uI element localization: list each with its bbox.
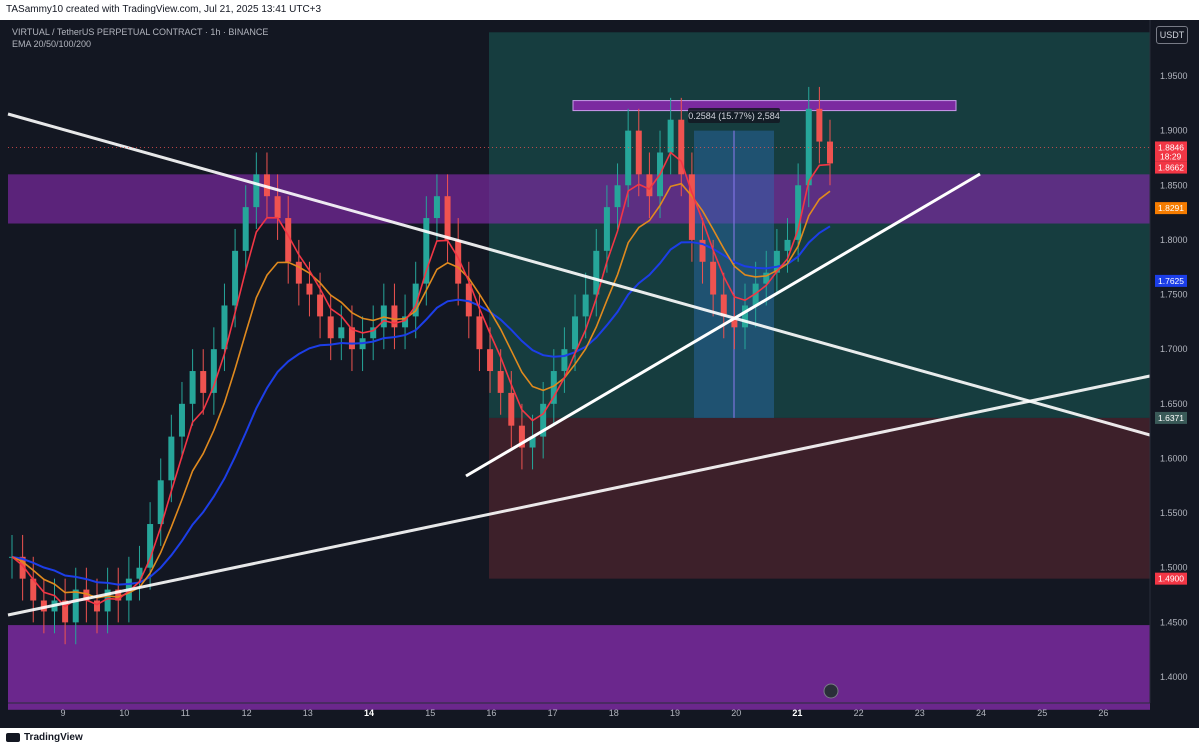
candle-body[interactable]	[274, 196, 281, 219]
price-label-time: 18:29	[1160, 151, 1182, 161]
x-tick-label: 16	[486, 708, 496, 718]
symbol-title[interactable]: VIRTUAL / TetherUS PERPETUAL CONTRACT · …	[12, 26, 268, 38]
x-tick-label: 11	[181, 708, 190, 718]
x-tick-label: 20	[731, 708, 741, 718]
x-tick-label: 18	[609, 708, 619, 718]
candle-body[interactable]	[444, 196, 451, 240]
candle-body[interactable]	[317, 294, 324, 317]
candle-body[interactable]	[827, 141, 833, 164]
footer-bar: TradingView	[0, 728, 1199, 748]
y-tick-label: 1.5000	[1160, 563, 1188, 573]
y-tick-label: 1.4000	[1160, 672, 1188, 682]
price-label: 1.8291	[1158, 203, 1184, 213]
price-label: 1.8662	[1158, 163, 1184, 173]
candle-body[interactable]	[423, 218, 430, 284]
brand-text: TradingView	[24, 732, 83, 743]
price-label: 1.4900	[1158, 574, 1184, 584]
candle-body[interactable]	[306, 283, 313, 295]
lightning-icon[interactable]	[823, 683, 839, 699]
x-tick-label: 14	[364, 708, 374, 718]
y-tick-label: 1.4500	[1160, 617, 1188, 627]
candle-body[interactable]	[572, 316, 579, 350]
x-tick-label: 26	[1098, 708, 1108, 718]
candle-body[interactable]	[200, 371, 207, 393]
candle-body[interactable]	[614, 185, 621, 208]
resistance-zone[interactable]	[8, 174, 1150, 224]
candle-body[interactable]	[147, 524, 154, 568]
currency-button[interactable]: USDT	[1156, 26, 1188, 44]
y-tick-label: 1.5500	[1160, 508, 1188, 518]
candle-body[interactable]	[805, 108, 812, 186]
candle-body[interactable]	[295, 261, 302, 284]
y-tick-label: 1.7000	[1160, 344, 1188, 354]
candle-body[interactable]	[497, 371, 504, 393]
candle-body[interactable]	[582, 294, 589, 317]
candle-body[interactable]	[253, 174, 260, 208]
candle-body[interactable]	[742, 305, 749, 328]
y-tick-label: 1.7500	[1160, 290, 1188, 300]
x-tick-label: 19	[670, 708, 680, 718]
price-label: 1.6371	[1158, 413, 1184, 423]
chart-canvas[interactable]: 0.2584 (15.77%) 2,584 1.9500 1.9000 1.8500 1…	[0, 0, 1199, 748]
candle-body[interactable]	[593, 250, 600, 295]
chart-legend: VIRTUAL / TetherUS PERPETUAL CONTRACT · …	[12, 26, 268, 50]
candle-body[interactable]	[487, 349, 494, 372]
y-tick-label: 1.8000	[1160, 235, 1188, 245]
measure-label: 0.2584 (15.77%) 2,584	[688, 111, 780, 121]
x-tick-label: 9	[60, 708, 65, 718]
candle-body[interactable]	[476, 316, 483, 350]
x-tick-label: 13	[303, 708, 313, 718]
candle-body[interactable]	[508, 392, 515, 426]
candle-body[interactable]	[635, 130, 642, 175]
support-zone[interactable]	[8, 625, 1150, 710]
candle-body[interactable]	[242, 207, 249, 251]
y-tick-label: 1.9000	[1160, 126, 1188, 136]
candle-body[interactable]	[93, 600, 100, 612]
x-tick-label: 24	[976, 708, 986, 718]
stop-zone[interactable]	[489, 417, 1150, 579]
y-tick-label: 1.6500	[1160, 399, 1188, 409]
candle-body[interactable]	[784, 239, 791, 251]
x-tick-label: 17	[548, 708, 558, 718]
candle-body[interactable]	[795, 185, 802, 240]
candle-body[interactable]	[327, 316, 334, 339]
candle-body[interactable]	[433, 196, 440, 219]
tradingview-logo: TradingView	[6, 728, 83, 748]
x-tick-label: 25	[1037, 708, 1047, 718]
tradingview-icon	[6, 732, 20, 742]
x-tick-label: 21	[792, 708, 802, 718]
y-tick-label: 1.8500	[1160, 180, 1188, 190]
x-tick-label: 15	[425, 708, 435, 718]
x-tick-label: 12	[242, 708, 252, 718]
candle-body[interactable]	[625, 130, 632, 186]
y-tick-label: 1.6000	[1160, 453, 1188, 463]
y-tick-label: 1.9500	[1160, 71, 1188, 81]
candle-body[interactable]	[232, 250, 239, 306]
candle-body[interactable]	[72, 589, 79, 623]
candle-body[interactable]	[816, 108, 823, 142]
ema-indicator-label[interactable]: EMA 20/50/100/200	[12, 38, 268, 50]
candle-body[interactable]	[603, 207, 610, 251]
candle-body[interactable]	[561, 349, 568, 372]
candle-body[interactable]	[168, 436, 175, 481]
candle-body[interactable]	[189, 371, 196, 404]
x-tick-label: 10	[119, 708, 129, 718]
price-label: 1.7625	[1158, 276, 1184, 286]
x-tick-label: 22	[854, 708, 864, 718]
candle-body[interactable]	[710, 261, 717, 295]
x-tick-label: 23	[915, 708, 925, 718]
candle-body[interactable]	[178, 403, 185, 437]
candle-body[interactable]	[338, 327, 345, 339]
